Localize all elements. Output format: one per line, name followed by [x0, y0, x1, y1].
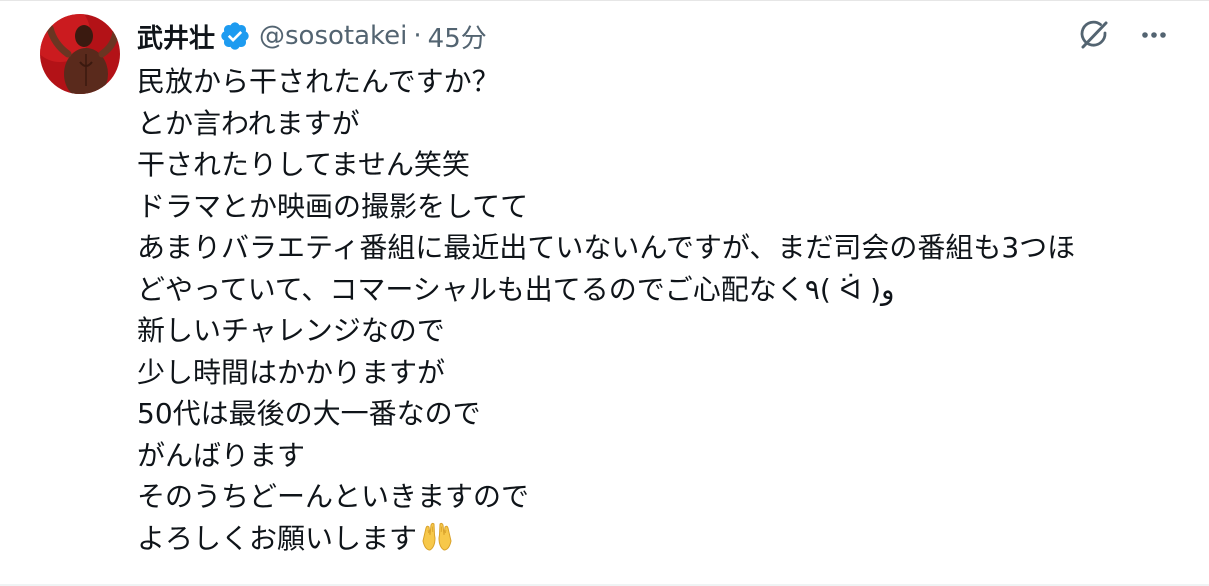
tweet-line: 民放から干されたんですか？	[137, 65, 500, 98]
tweet-line: どやっていて、コマーシャルも出てるのでご心配なく٩( ᐛ )و	[137, 272, 895, 306]
more-dots-icon	[1142, 32, 1166, 38]
tweet-line: がんばります	[137, 438, 306, 472]
tweet-line-last: よろしくお願いします	[137, 518, 1177, 560]
tweet-line: 新しいチャレンジなので	[137, 314, 445, 347]
tweet-line: そのうちどーんといきますので	[137, 480, 530, 513]
more-button[interactable]	[1135, 16, 1173, 54]
tweet-header: 武井壮 @sosotakei · 45分	[137, 14, 487, 58]
tweet-line: 50代は最後の大一番なので	[137, 397, 481, 430]
tweet-line: あまりバラエティ番組に最近出ていないんですが、まだ司会の番組も3つほ	[137, 231, 1076, 264]
tweet-line: 干されたりしてません笑笑	[137, 148, 470, 181]
avatar[interactable]	[40, 14, 120, 94]
grok-button[interactable]	[1075, 16, 1113, 54]
tweet-actions	[1075, 16, 1173, 54]
grok-icon	[1080, 20, 1108, 49]
author-handle[interactable]: @sosotakei	[259, 21, 407, 51]
header-separator: ·	[413, 21, 422, 51]
tweet-line: とか言われますが	[137, 106, 360, 140]
verified-badge-icon	[219, 20, 251, 52]
tweet-text: 民放から干されたんですか？ とか言われますが 干されたりしてません笑笑 ドラマと…	[137, 61, 1177, 559]
tweet-line: ドラマとか映画の撮影をしてて	[137, 189, 529, 223]
tweet-line: 少し時間はかかりますが	[137, 355, 446, 389]
avatar-photo	[40, 14, 120, 94]
top-divider	[0, 0, 1209, 1]
raising-hands-emoji-icon	[419, 519, 455, 555]
display-name[interactable]: 武井壮	[137, 18, 215, 55]
timestamp[interactable]: 45分	[428, 18, 487, 55]
tweet-line-text: よろしくお願いします	[137, 521, 418, 555]
